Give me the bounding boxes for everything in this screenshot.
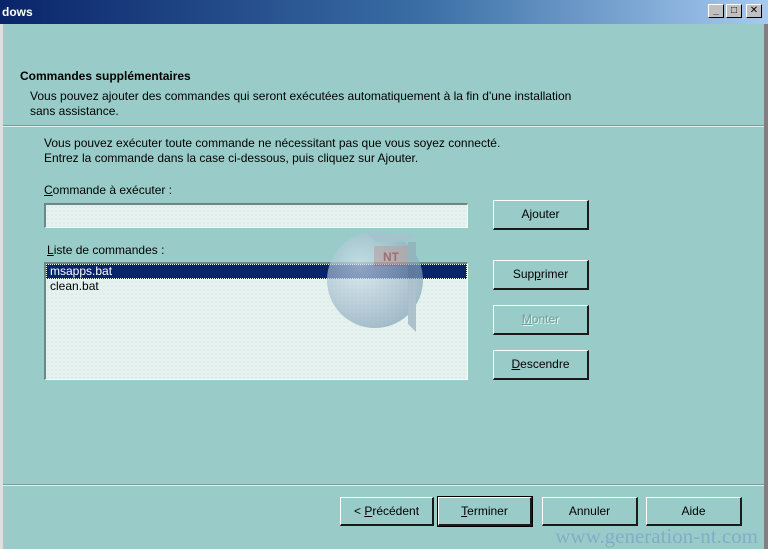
close-icon: ✕ [749,5,759,16]
subtitle-line-2: sans assistance. [30,104,119,118]
back-button-label-post: récédent [372,504,420,518]
command-label: Commande à exécuter : [44,183,172,197]
delete-button-accesskey: p [534,267,541,281]
move-down-button-label-post: escendre [520,357,570,371]
command-list-label-text: iste de commandes : [53,243,165,257]
delete-button-label-pre: Sup [512,267,535,281]
page-subtitle: Vous pouvez ajouter des commandes qui se… [30,89,670,119]
command-label-text: ommande à exécuter : [52,183,173,197]
delete-button-label: Supprimer [513,267,568,281]
close-button[interactable]: ✕ [746,4,762,18]
page-title: Commandes supplémentaires [20,69,191,83]
watermark-g-bar [368,234,416,242]
move-up-button-label: Monter [522,312,559,326]
help-button[interactable]: Aide [646,497,742,526]
delete-button[interactable]: Supprimer [493,260,589,290]
move-up-button[interactable]: Monter [493,305,589,335]
back-button[interactable]: < Précédent [340,497,434,526]
watermark-nt-text: NT [383,250,400,264]
subtitle-line-1: Vous pouvez ajouter des commandes qui se… [30,89,572,103]
minimize-button[interactable]: _ [708,4,724,18]
back-button-label-pre: < [353,504,365,518]
command-list-label-accesskey: L [47,243,54,257]
cancel-button-label: Annuler [568,504,611,518]
move-up-button-accesskey: M [521,312,532,326]
command-list-label: Liste de commandes : [47,243,164,257]
finish-button-label-post: erminer [467,504,508,518]
window-controls: _ □ ✕ [708,4,762,18]
window-frame-right [764,24,768,549]
move-down-button-label: Descendre [511,357,569,371]
info-line-1: Vous pouvez exécuter toute commande ne n… [44,136,501,150]
maximize-icon: □ [730,5,738,16]
header-separator [3,125,764,127]
window-title: dows [2,5,33,19]
watermark-logo: NT [327,232,423,332]
add-button-label: Ajouter [521,207,559,221]
command-label-accesskey: C [44,183,53,197]
minimize-icon: _ [713,5,719,16]
maximize-button[interactable]: □ [726,4,742,18]
window-frame-left [0,24,3,549]
finish-button-label: Terminer [461,504,508,518]
watermark-g-stem [408,242,416,332]
delete-button-label-post: rimer [540,267,569,281]
move-down-button-accesskey: D [511,357,521,371]
footer-separator [3,484,764,486]
watermark-site-text: www.generation-nt.com [555,524,758,548]
add-button-label-post: outer [532,207,560,221]
help-button-label: Aide [681,504,706,518]
add-button[interactable]: Ajouter [493,200,589,230]
title-bar[interactable]: dows _ □ ✕ [0,0,768,24]
back-button-label: < Précédent [354,504,419,518]
move-up-button-label-post: onter [531,312,560,326]
move-down-button[interactable]: Descendre [493,350,589,380]
info-line-2: Entrez la commande dans la case ci-desso… [44,151,419,165]
finish-button[interactable]: Terminer [437,496,533,527]
info-text: Vous pouvez exécuter toute commande ne n… [44,136,664,166]
cancel-button[interactable]: Annuler [542,497,638,526]
